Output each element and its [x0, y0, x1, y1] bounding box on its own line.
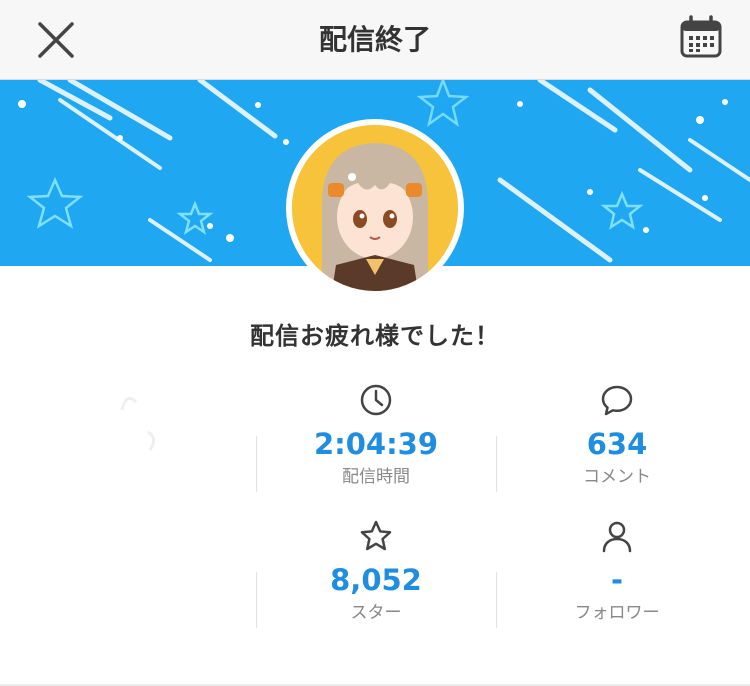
divider: [256, 572, 257, 628]
faded-glyph: [118, 388, 158, 485]
header-bar: 配信終了: [0, 0, 750, 80]
calendar-button[interactable]: [678, 14, 724, 60]
stat-label: 配信時間: [342, 467, 410, 487]
avatar-frame: [286, 119, 464, 297]
clock-icon: [360, 384, 392, 416]
stat-comments: 634 コメント: [517, 382, 717, 488]
comment-icon: [601, 385, 633, 416]
page-title: 配信終了: [318, 23, 431, 56]
avatar-illustration: [292, 125, 458, 291]
divider: [496, 436, 497, 492]
star-icon: [360, 520, 392, 551]
stat-value: 634: [586, 427, 648, 461]
avatar: [292, 125, 458, 291]
divider: [256, 436, 257, 492]
divider: [496, 572, 497, 628]
stat-stars: 8,052 スター: [276, 518, 476, 624]
stat-label: フォロワー: [574, 603, 660, 623]
stat-followers: - フォロワー: [517, 518, 717, 624]
stat-value: -: [610, 563, 624, 597]
stat-broadcast-time: 2:04:39 配信時間: [276, 382, 476, 488]
stat-label: スター: [350, 603, 402, 623]
stat-value: 2:04:39: [313, 427, 439, 461]
person-icon: [602, 521, 632, 553]
thank-you-message: 配信お疲れ様でした！: [250, 322, 500, 350]
calendar-icon: [680, 15, 722, 58]
stat-value: 8,052: [330, 563, 422, 597]
stat-label: コメント: [583, 467, 651, 487]
